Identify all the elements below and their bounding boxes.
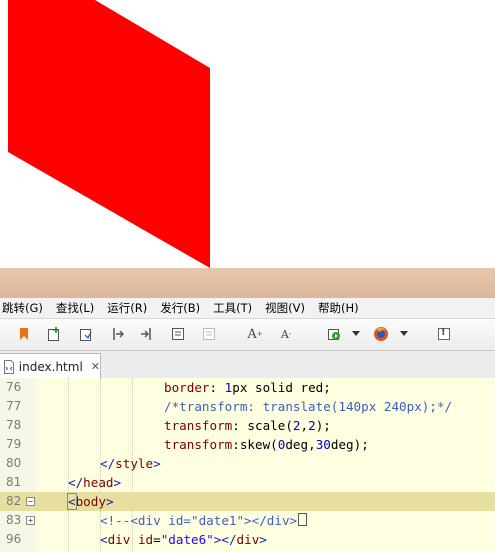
code-text: border: 1px solid red;	[164, 380, 331, 395]
code-line: 76 border: 1px solid red;	[0, 378, 495, 397]
save-all-icon[interactable]	[170, 326, 186, 342]
increase-font-icon[interactable]: A +	[247, 326, 263, 342]
line-number: 81	[6, 475, 22, 489]
fold-collapse-icon[interactable]: −	[26, 497, 35, 506]
line-number: 77	[6, 399, 22, 413]
line-number: 78	[6, 418, 22, 432]
browser-icon[interactable]	[373, 326, 389, 342]
menu-run[interactable]: 运行(R)	[107, 300, 147, 316]
menu-goto[interactable]: 跳转(G)	[2, 300, 43, 316]
decrease-font-icon[interactable]: A-	[278, 326, 294, 342]
bookmark-icon[interactable]	[16, 326, 32, 342]
toolbar: A + A- !	[0, 319, 495, 351]
fold-expand-icon[interactable]: +	[26, 516, 35, 525]
tab-index-html[interactable]: index.html ✕	[0, 353, 101, 379]
line-number: 96	[6, 532, 22, 546]
html-file-icon	[4, 359, 14, 374]
code-line: 77 /*transform: translate(140px 240px);*…	[0, 397, 495, 416]
menu-publish[interactable]: 发行(B)	[160, 300, 200, 316]
new-file-icon[interactable]	[46, 326, 62, 342]
step-in-icon[interactable]	[110, 326, 126, 342]
menu-bar: 跳转(G) 查找(L) 运行(R) 发行(B) 工具(T) 视图(V) 帮助(H…	[0, 298, 495, 319]
browser-dropdown[interactable]	[400, 331, 408, 336]
code-comment: /*transform: translate(140px 240px);*/	[164, 399, 453, 414]
menu-tools[interactable]: 工具(T)	[213, 300, 252, 316]
code-text: transform:skew(0deg,30deg);	[164, 437, 369, 452]
code-editor[interactable]: 76 border: 1px solid red; 77 /*transform…	[0, 378, 495, 552]
code-line-current: 82 − <body>	[0, 492, 495, 511]
tab-label: index.html	[18, 359, 83, 374]
code-text: </head>	[68, 475, 122, 490]
line-number: 82	[6, 494, 22, 508]
close-icon[interactable]: ✕	[91, 360, 100, 373]
browser-preview	[0, 0, 495, 268]
code-line: 96 <div id="date6"></div>	[0, 530, 495, 549]
editor-tab-strip: index.html ✕	[0, 351, 495, 379]
code-text: <body>	[67, 493, 114, 510]
skewed-red-box	[8, 0, 210, 268]
code-line: 81 </head>	[0, 473, 495, 492]
line-number: 83	[6, 513, 22, 527]
menu-find[interactable]: 查找(L)	[56, 300, 94, 316]
code-line: 83 + <!--<div id="date1"></div>	[0, 511, 495, 530]
run-icon[interactable]	[326, 326, 342, 342]
line-number: 76	[6, 380, 22, 394]
code-text: </style>	[100, 456, 161, 471]
code-line: 79 transform:skew(0deg,30deg);	[0, 435, 495, 454]
code-text: <div id="date6"></div>	[100, 532, 267, 547]
preview-editor-divider	[0, 268, 495, 298]
disabled-save-icon	[201, 326, 217, 342]
line-number: 80	[6, 456, 22, 470]
step-out-icon[interactable]	[138, 326, 154, 342]
folded-block-marker[interactable]	[298, 513, 308, 526]
info-icon[interactable]: !	[436, 326, 452, 342]
menu-view[interactable]: 视图(V)	[265, 300, 305, 316]
code-text: <!--<div id="date1"></div>	[100, 511, 308, 530]
line-number: 79	[6, 437, 22, 451]
code-text: transform: scale(2,2);	[164, 418, 331, 433]
preview-canvas	[8, 0, 210, 268]
save-file-icon[interactable]	[78, 326, 94, 342]
code-line: 80 </style>	[0, 454, 495, 473]
menu-help[interactable]: 帮助(H)	[318, 300, 359, 316]
code-line: 78 transform: scale(2,2);	[0, 416, 495, 435]
run-dropdown[interactable]	[352, 331, 360, 336]
